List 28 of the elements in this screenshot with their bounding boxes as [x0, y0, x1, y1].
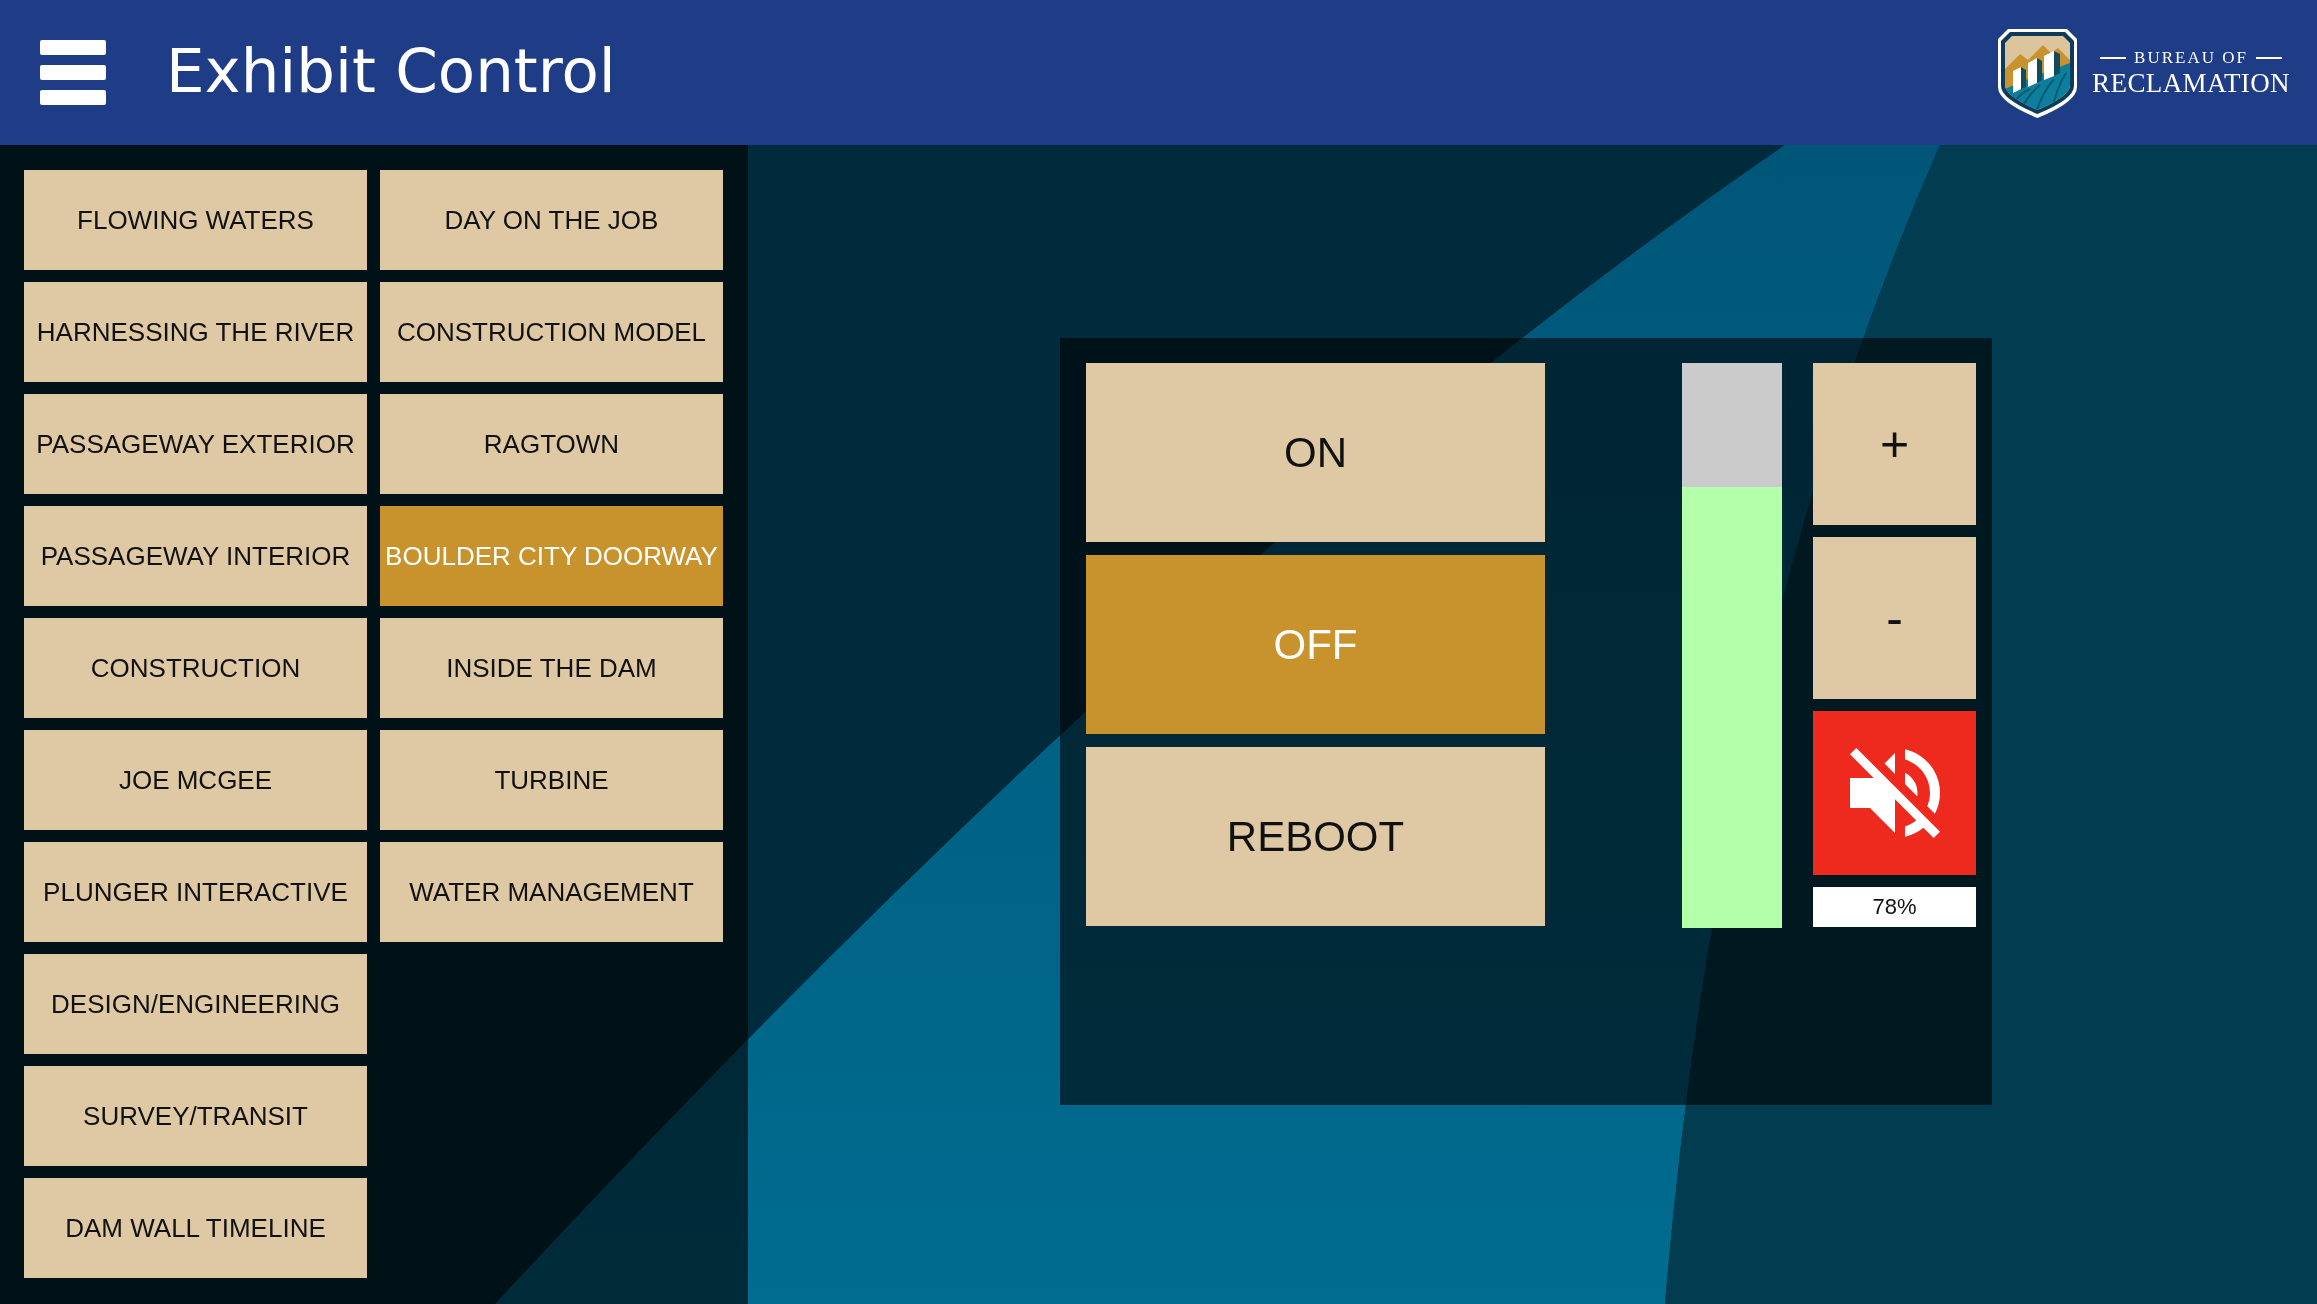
power-mode-button[interactable]: ON [1086, 363, 1545, 542]
exhibit-button[interactable]: DESIGN/ENGINEERING [24, 954, 367, 1054]
exhibit-button[interactable]: DAM WALL TIMELINE [24, 1178, 367, 1278]
menu-icon[interactable] [40, 40, 106, 105]
exhibit-button[interactable]: DAY ON THE JOB [380, 170, 723, 270]
volume-down-button[interactable]: - [1813, 537, 1976, 699]
exhibit-button[interactable]: INSIDE THE DAM [380, 618, 723, 718]
volume-up-button[interactable]: + [1813, 363, 1976, 525]
exhibit-button[interactable]: CONSTRUCTION MODEL [380, 282, 723, 382]
exhibit-button[interactable]: PASSAGEWAY INTERIOR [24, 506, 367, 606]
volume-readout: 78% [1813, 887, 1976, 927]
app-title: Exhibit Control [166, 35, 616, 106]
logo-subtitle: BUREAU OF [2134, 47, 2248, 68]
exhibit-button[interactable]: JOE MCGEE [24, 730, 367, 830]
muted-speaker-icon [1849, 748, 1940, 838]
logo-title: RECLAMATION [2092, 68, 2290, 98]
shield-emblem-icon [1996, 26, 2080, 119]
exhibit-button[interactable]: PLUNGER INTERACTIVE [24, 842, 367, 942]
exhibit-button[interactable]: SURVEY/TRANSIT [24, 1066, 367, 1166]
exhibit-button[interactable]: WATER MANAGEMENT [380, 842, 723, 942]
exhibit-button[interactable]: HARNESSING THE RIVER [24, 282, 367, 382]
exhibit-button[interactable]: TURBINE [380, 730, 723, 830]
exhibit-button[interactable]: RAGTOWN [380, 394, 723, 494]
exhibit-button[interactable]: FLOWING WATERS [24, 170, 367, 270]
mute-button[interactable] [1813, 711, 1976, 875]
power-mode-button[interactable]: REBOOT [1086, 747, 1545, 926]
exhibit-button[interactable]: CONSTRUCTION [24, 618, 367, 718]
exhibit-button[interactable]: PASSAGEWAY EXTERIOR [24, 394, 367, 494]
